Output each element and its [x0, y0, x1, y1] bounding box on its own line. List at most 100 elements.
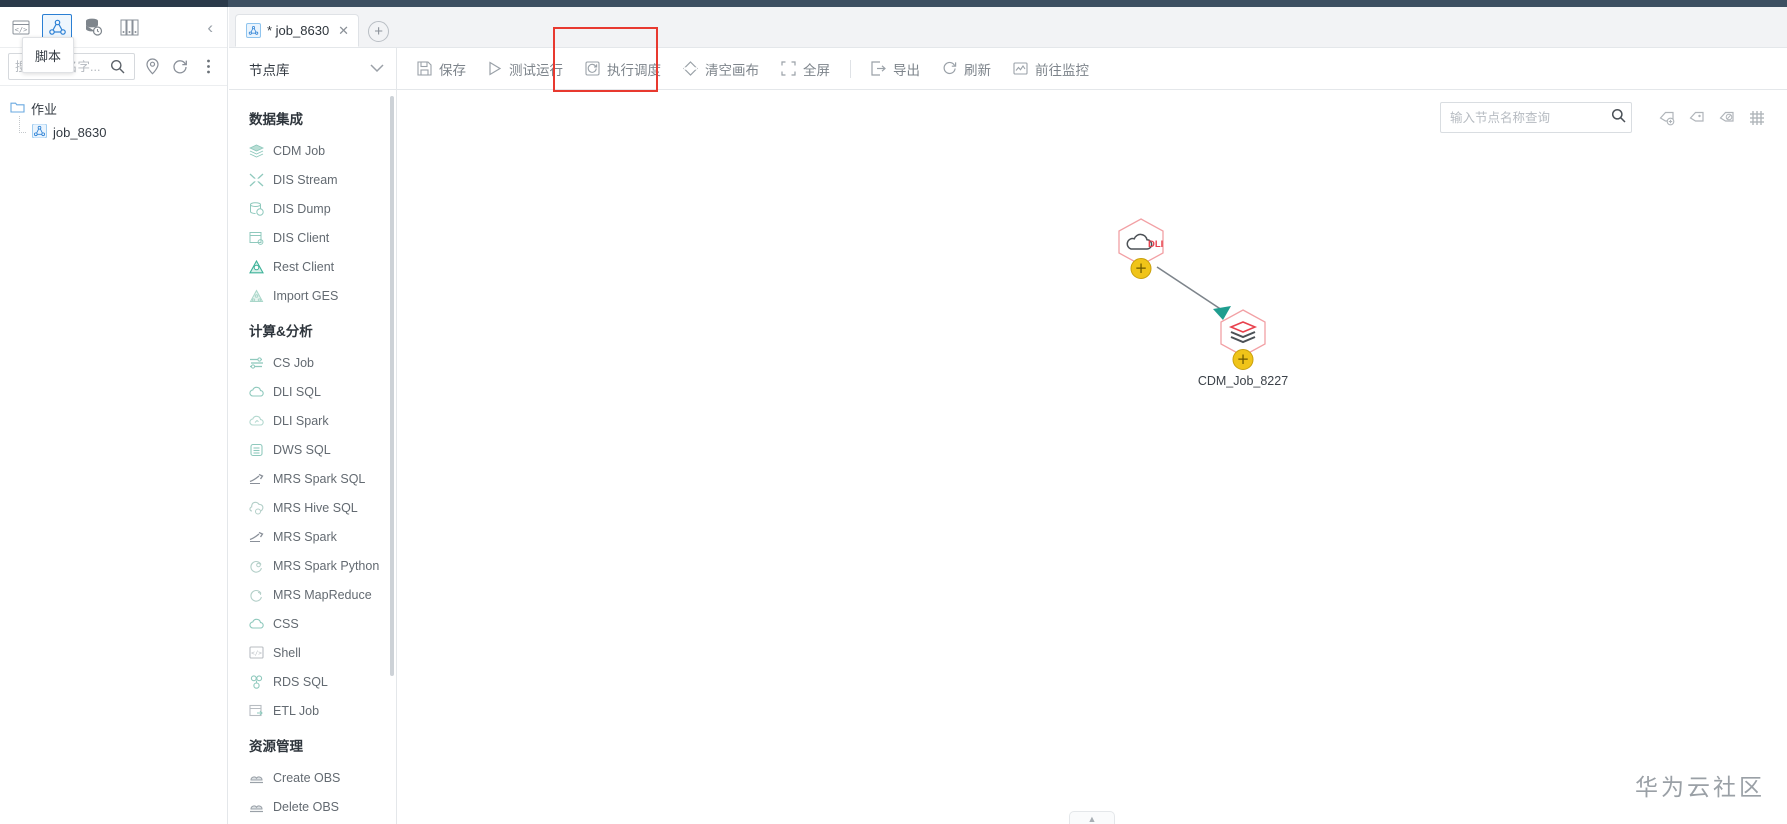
hive-icon — [249, 500, 264, 515]
node-library-scrollbar[interactable] — [390, 96, 394, 676]
tag-lock-icon[interactable] — [1717, 108, 1737, 128]
node-item-dli-spark[interactable]: DLI Spark — [229, 406, 396, 435]
toolbar-label: 导出 — [893, 62, 920, 78]
node-library-list: 数据集成 CDM Job DIS Stream DIS Dump DIS Cli… — [229, 90, 396, 824]
table-icon[interactable] — [114, 13, 144, 41]
mode-tooltip: 脚本 — [22, 37, 74, 73]
database-icon[interactable] — [78, 13, 108, 41]
toolbar-divider — [850, 59, 851, 78]
toolbar-execute-schedule-button[interactable]: 执行调度 — [575, 54, 671, 84]
fullscreen-icon — [781, 61, 796, 76]
tab-job-8630[interactable]: * job_8630 ✕ — [235, 14, 360, 47]
close-icon[interactable]: ✕ — [338, 23, 349, 39]
node-hex-dli[interactable]: DLI + — [1115, 217, 1167, 279]
node-item-label: Rest Client — [273, 259, 335, 274]
tree-item-job[interactable]: job_8630 — [10, 116, 227, 144]
node-add-badge[interactable]: + — [1232, 349, 1254, 370]
mapreduce-icon — [249, 587, 264, 602]
chevron-down-icon[interactable] — [370, 60, 384, 77]
refresh-icon — [942, 61, 957, 76]
obs-icon — [249, 770, 264, 785]
tree-item-label: 作业 — [31, 101, 58, 117]
toolbar-fullscreen-button[interactable]: 全屏 — [771, 54, 840, 84]
stream-icon — [249, 172, 264, 187]
node-item-label: Create OBS — [273, 770, 341, 785]
search-icon[interactable] — [1611, 108, 1626, 128]
node-item-mrs-spark[interactable]: MRS Spark — [229, 522, 396, 551]
node-add-badge[interactable]: + — [1130, 258, 1152, 279]
canvas-node-dli[interactable]: DLI + — [1115, 217, 1167, 279]
svg-text:</>: </> — [15, 26, 28, 34]
node-item-label: Import GES — [273, 288, 339, 303]
node-item-mrs-spark-sql[interactable]: MRS Spark SQL — [229, 464, 396, 493]
node-item-cdm-job[interactable]: CDM Job — [229, 136, 396, 165]
canvas-search-box[interactable] — [1440, 102, 1632, 133]
rest-icon — [249, 259, 264, 274]
toolbar-label: 刷新 — [964, 62, 991, 78]
add-tab-button[interactable]: + — [368, 21, 390, 42]
toolbar-go-monitor-button[interactable]: 前往监控 — [1003, 54, 1099, 84]
node-item-rest-client[interactable]: Rest Client — [229, 252, 396, 281]
toolbar-save-button[interactable]: 保存 — [407, 54, 476, 84]
search-icon[interactable] — [106, 56, 128, 78]
node-item-create-obs[interactable]: Create OBS — [229, 763, 396, 792]
toolbar-export-button[interactable]: 导出 — [861, 54, 930, 84]
toolbar-label: 测试运行 — [509, 62, 563, 78]
node-item-dis-dump[interactable]: DIS Dump — [229, 194, 396, 223]
node-item-import-ges[interactable]: Import GES — [229, 281, 396, 310]
locate-icon[interactable] — [141, 56, 163, 78]
toolbar-label: 清空画布 — [705, 62, 759, 78]
node-hex-cdm[interactable]: + — [1217, 308, 1269, 370]
node-item-rds-sql[interactable]: RDS SQL — [229, 667, 396, 696]
etl-icon — [249, 703, 264, 718]
grid-icon[interactable] — [1747, 108, 1767, 128]
toolbar-test-run-button[interactable]: 测试运行 — [478, 54, 573, 84]
ges-icon — [249, 288, 264, 303]
window-top-strip-right — [228, 0, 1787, 7]
node-item-dws-sql[interactable]: DWS SQL — [229, 435, 396, 464]
node-item-mrs-spark-python[interactable]: MRS Spark Python — [229, 551, 396, 580]
bottom-panel-handle[interactable]: ▲ — [1069, 811, 1115, 824]
cloud-icon — [249, 616, 264, 631]
canvas-tool-group — [1657, 102, 1767, 133]
collapse-panel-button[interactable]: ‹ — [207, 19, 213, 36]
job-canvas[interactable]: DLI + + CDM_Job_8227 ▲ 华为云社区 — [397, 90, 1787, 824]
canvas-node-cdm[interactable]: + CDM_Job_8227 — [1198, 308, 1288, 388]
tree-item-folder[interactable]: 作业 — [10, 96, 227, 120]
monitor-icon — [1013, 61, 1028, 76]
obs-icon — [249, 799, 264, 814]
node-item-label: DLI SQL — [273, 384, 321, 399]
job-graph-icon — [246, 23, 261, 38]
node-library-group-title: 数据集成 — [249, 112, 303, 127]
add-tag-icon[interactable] — [1657, 108, 1677, 128]
node-item-mrs-mapreduce[interactable]: MRS MapReduce — [229, 580, 396, 609]
tag-icon[interactable] — [1687, 108, 1707, 128]
node-item-label: MRS Spark — [273, 529, 337, 544]
node-library-panel: 数据集成 CDM Job DIS Stream DIS Dump DIS Cli… — [229, 90, 397, 824]
node-item-mrs-hive-sql[interactable]: MRS Hive SQL — [229, 493, 396, 522]
node-item-cs-job[interactable]: CS Job — [229, 348, 396, 377]
node-item-label: MRS Spark Python — [273, 558, 380, 573]
node-item-dli-sql[interactable]: DLI SQL — [229, 377, 396, 406]
schedule-icon — [585, 61, 600, 76]
more-options-icon[interactable] — [197, 56, 219, 78]
node-item-etl-job[interactable]: ETL Job — [229, 696, 396, 725]
tab-bar: * job_8630 ✕ + — [229, 7, 1787, 48]
toolbar-clear-canvas-button[interactable]: 清空画布 — [673, 54, 769, 84]
save-icon — [417, 61, 432, 76]
node-item-shell[interactable]: </> Shell — [229, 638, 396, 667]
node-item-dis-client[interactable]: DIS Client — [229, 223, 396, 252]
node-item-dis-stream[interactable]: DIS Stream — [229, 165, 396, 194]
toolbar-label: 全屏 — [803, 62, 830, 78]
rds-icon — [249, 674, 264, 689]
node-item-delete-obs[interactable]: Delete OBS — [229, 792, 396, 821]
refresh-icon[interactable] — [169, 56, 191, 78]
export-icon — [871, 61, 886, 76]
shell-icon: </> — [249, 645, 264, 660]
play-icon — [488, 61, 502, 76]
toolbar-refresh-button[interactable]: 刷新 — [932, 54, 1001, 84]
clear-icon — [683, 61, 698, 76]
spark-icon — [249, 471, 264, 486]
canvas-search-input[interactable] — [1450, 110, 1611, 125]
node-item-css[interactable]: CSS — [229, 609, 396, 638]
